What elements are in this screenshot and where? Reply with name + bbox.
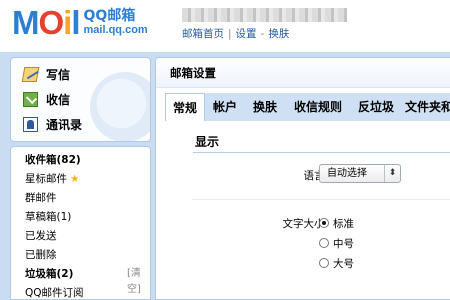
settings-tabs: 常规 帐户 换肤 收信规则 反垃圾 文件夹和 xyxy=(165,93,450,122)
settings-title: 邮箱设置 xyxy=(156,58,450,88)
font-size-large-label: 大号 xyxy=(333,257,354,270)
display-section-heading: 显示 xyxy=(193,131,450,153)
user-name-redacted xyxy=(182,8,347,22)
action-panel: 写信 收信 通讯录 xyxy=(10,57,151,142)
font-size-medium-radio[interactable]: 中号 xyxy=(319,235,354,251)
write-icon xyxy=(21,66,40,82)
logo-letters: MOil xyxy=(12,4,81,41)
skin-link[interactable]: 换肤 xyxy=(268,28,289,40)
tab-skin[interactable]: 换肤 xyxy=(247,93,283,121)
row-divider xyxy=(192,199,450,200)
tab-anti-spam[interactable]: 反垃圾 xyxy=(352,93,400,121)
select-arrows-icon: ⬍ xyxy=(384,165,400,182)
language-select[interactable]: 自动选择 ⬍ xyxy=(319,164,401,183)
inbox-icon xyxy=(23,91,38,107)
font-size-standard-radio[interactable]: 标准 xyxy=(319,215,354,231)
font-size-label: 文字大小: xyxy=(282,218,328,230)
penguin-watermark-icon xyxy=(90,72,150,141)
contacts-icon xyxy=(23,116,38,132)
empty-spam-link[interactable]: [清空] xyxy=(127,266,150,295)
radio-unchecked-icon xyxy=(319,238,329,248)
font-size-medium-label: 中号 xyxy=(333,237,354,250)
tab-folders[interactable]: 文件夹和 xyxy=(405,93,450,121)
radio-unchecked-icon xyxy=(319,258,329,268)
inbox-label: 收信 xyxy=(46,92,71,107)
logo-letter-m: M xyxy=(12,4,39,41)
tab-mail-rules[interactable]: 收信规则 xyxy=(289,93,347,121)
folder-list: 收件箱(82) 星标邮件 ★ 群邮件 草稿箱(1) 已发送 已删除 垃圾箱(2) … xyxy=(10,146,151,300)
qq-mail-logo[interactable]: MOil QQ邮箱 mail.qq.com xyxy=(12,6,148,40)
folder-group[interactable]: 群邮件 xyxy=(25,190,57,206)
folder-starred[interactable]: 星标邮件 ★ xyxy=(25,171,79,187)
settings-content: 显示 xyxy=(165,121,450,299)
logo-title: QQ邮箱 xyxy=(83,8,136,24)
tab-general[interactable]: 常规 xyxy=(165,93,205,122)
logo-text: QQ邮箱 mail.qq.com xyxy=(84,9,148,37)
mailbox-home-link[interactable]: 邮箱首页 xyxy=(182,28,224,40)
write-label: 写信 xyxy=(46,67,71,82)
folder-spam[interactable]: 垃圾箱(2) xyxy=(25,266,73,282)
logo-letter-o: O xyxy=(38,4,65,41)
header: MOil QQ邮箱 mail.qq.com 邮箱首页 | 设置 - 换肤 xyxy=(0,0,450,52)
folder-drafts[interactable]: 草稿箱(1) xyxy=(25,209,71,225)
star-icon: ★ xyxy=(70,173,80,185)
top-links: 邮箱首页 | 设置 - 换肤 xyxy=(182,26,289,41)
contacts-button[interactable]: 通讯录 xyxy=(23,114,82,134)
folder-sent[interactable]: 已发送 xyxy=(25,228,57,244)
font-size-standard-label: 标准 xyxy=(333,217,354,230)
font-size-large-radio[interactable]: 大号 xyxy=(319,255,354,271)
link-separator: - xyxy=(260,28,265,40)
language-select-value: 自动选择 xyxy=(327,168,367,179)
settings-link[interactable]: 设置 xyxy=(236,28,257,40)
folder-starred-label: 星标邮件 xyxy=(25,173,67,185)
folder-deleted[interactable]: 已删除 xyxy=(25,247,57,263)
tab-account[interactable]: 帐户 xyxy=(207,93,243,121)
write-button[interactable]: 写信 xyxy=(21,64,71,84)
radio-checked-icon xyxy=(319,218,329,228)
contacts-label: 通讯录 xyxy=(46,117,83,132)
link-separator: | xyxy=(228,28,232,40)
logo-letter-l: l xyxy=(71,4,80,41)
folder-inbox[interactable]: 收件箱(82) xyxy=(25,152,81,168)
folder-subscriptions[interactable]: QQ邮件订阅 xyxy=(25,285,84,299)
logo-url: mail.qq.com xyxy=(83,24,148,36)
inbox-button[interactable]: 收信 xyxy=(23,89,70,109)
